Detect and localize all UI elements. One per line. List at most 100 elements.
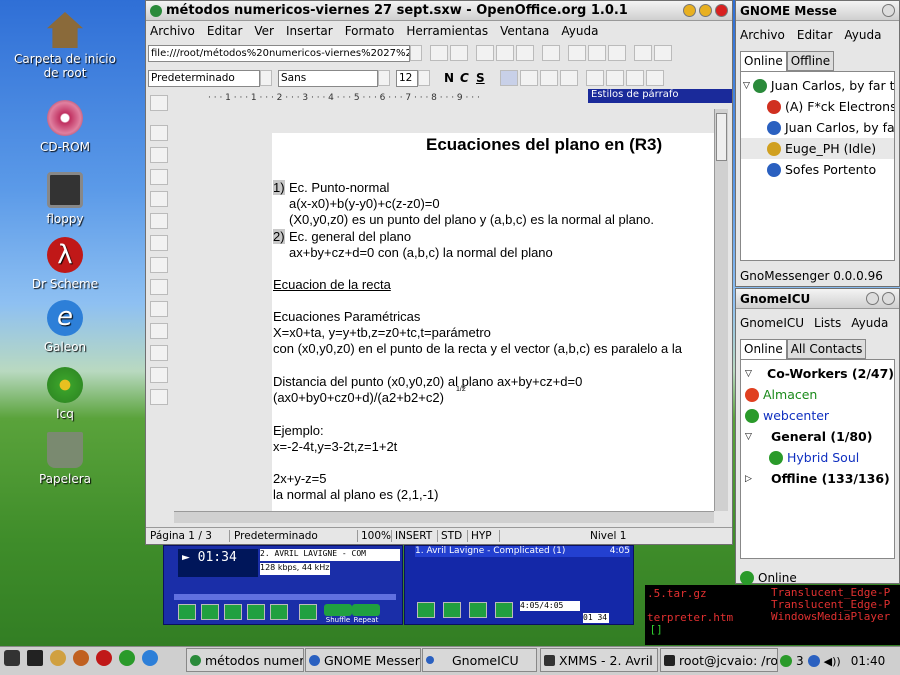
- menu-ayuda[interactable]: Ayuda: [844, 28, 881, 42]
- horizontal-scrollbar[interactable]: [174, 511, 714, 523]
- pencil-icon[interactable]: [73, 650, 89, 666]
- misc-icon[interactable]: [495, 602, 513, 618]
- menu-ayuda[interactable]: Ayuda: [561, 24, 598, 38]
- list-item[interactable]: Hybrid Soul: [741, 447, 894, 468]
- minimize-icon[interactable]: [882, 4, 895, 17]
- save-icon[interactable]: [516, 45, 534, 61]
- terminal-icon[interactable]: [27, 650, 43, 666]
- chevron-down-icon[interactable]: [260, 70, 272, 86]
- desktop-icon-floppy[interactable]: floppy: [5, 172, 125, 226]
- list-item[interactable]: webcenter: [741, 405, 894, 426]
- insert-fields-icon[interactable]: [150, 125, 168, 141]
- list-item[interactable]: Sofes Portento: [741, 159, 894, 180]
- bullets-icon[interactable]: [606, 70, 624, 86]
- remove-icon[interactable]: [443, 602, 461, 618]
- galeon-icon[interactable]: [142, 650, 158, 666]
- gnomeicu-titlebar[interactable]: GnomeICU: [736, 289, 899, 309]
- indent-increase-icon[interactable]: [646, 70, 664, 86]
- minimize-icon[interactable]: [683, 4, 696, 17]
- menu-lists[interactable]: Lists: [814, 316, 841, 330]
- menu-gnomeicu[interactable]: GnomeICU: [740, 316, 804, 330]
- nonprinting-characters-icon[interactable]: [150, 345, 168, 361]
- print-icon[interactable]: [542, 45, 560, 61]
- stop-load-icon[interactable]: [430, 45, 448, 61]
- insert-objects-icon[interactable]: [150, 147, 168, 163]
- icq-flower-icon[interactable]: [780, 655, 792, 667]
- close-icon[interactable]: [882, 292, 895, 305]
- edit-autotext-icon[interactable]: [150, 213, 168, 229]
- task-gnomeicu[interactable]: GnomeICU: [422, 648, 537, 672]
- menu-ventana[interactable]: Ventana: [500, 24, 549, 38]
- online-layout-icon[interactable]: [150, 389, 168, 405]
- redo-icon[interactable]: [654, 45, 672, 61]
- form-functions-icon[interactable]: [150, 191, 168, 207]
- select-icon[interactable]: [469, 602, 487, 618]
- bold-button[interactable]: N: [444, 71, 460, 85]
- workspace-number[interactable]: 3: [796, 654, 804, 668]
- xmms-seek-bar[interactable]: [174, 594, 396, 600]
- desktop-icon-trash[interactable]: Papelera: [5, 432, 125, 486]
- foot-menu-icon[interactable]: [4, 650, 20, 666]
- xmms-playlist-window[interactable]: 1. Avril Lavigne - Complicated (1) 4:05 4…: [404, 545, 634, 625]
- icq-flower-icon[interactable]: [119, 650, 135, 666]
- list-item[interactable]: Juan Carlos, by far: [741, 117, 894, 138]
- vertical-scrollbar[interactable]: [714, 109, 728, 511]
- menu-herramientas[interactable]: Herramientas: [406, 24, 488, 38]
- spellcheck-icon[interactable]: [150, 257, 168, 273]
- menu-formato[interactable]: Formato: [345, 24, 395, 38]
- add-icon[interactable]: [417, 602, 435, 618]
- expander-icon[interactable]: ▽: [741, 432, 771, 442]
- xmms-main-window[interactable]: ► 01:34 2. AVRIL LAVIGNE - COM 128 kbps,…: [163, 545, 403, 625]
- chevron-down-icon[interactable]: [418, 70, 430, 86]
- gnome-messenger-window[interactable]: GNOME Messe Archivo Editar Ayuda Online …: [735, 0, 900, 287]
- graphics-off-icon[interactable]: [150, 367, 168, 383]
- autospellcheck-icon[interactable]: [150, 279, 168, 295]
- align-center-icon[interactable]: [520, 70, 538, 86]
- drscheme-icon[interactable]: [96, 650, 112, 666]
- pause-icon[interactable]: [224, 604, 242, 620]
- expander-icon[interactable]: ▷: [741, 474, 771, 484]
- next-icon[interactable]: [270, 604, 288, 620]
- eject-icon[interactable]: [299, 604, 317, 620]
- gnomeicu-window[interactable]: GnomeICU GnomeICU Lists Ayuda Online All…: [735, 288, 900, 585]
- font-size-select[interactable]: 12: [396, 69, 418, 87]
- desktop-icon-drscheme[interactable]: λ Dr Scheme: [5, 237, 125, 291]
- volume-icon[interactable]: ◀)): [824, 655, 841, 668]
- task-writer[interactable]: métodos numeric: [186, 648, 304, 672]
- copy-icon[interactable]: [588, 45, 606, 61]
- font-name-select[interactable]: Sans: [278, 69, 378, 87]
- stop-icon[interactable]: [247, 604, 265, 620]
- task-gnome-messenger[interactable]: GNOME Messer: [305, 648, 421, 672]
- new-document-icon[interactable]: [476, 45, 494, 61]
- desktop-icon-galeon[interactable]: e Galeon: [5, 300, 125, 354]
- expander-icon[interactable]: ▽: [741, 369, 767, 379]
- writer-titlebar[interactable]: métodos numericos-viernes 27 sept.sxw - …: [146, 1, 732, 21]
- menu-ver[interactable]: Ver: [254, 24, 274, 38]
- maximize-icon[interactable]: [699, 4, 712, 17]
- tab-offline[interactable]: Offline: [786, 51, 835, 71]
- list-item[interactable]: (A) F*ck Electrons: [741, 96, 894, 117]
- menu-editar[interactable]: Editar: [797, 28, 833, 42]
- url-field[interactable]: file:///root/métodos%20numericos-viernes…: [148, 44, 410, 62]
- underline-button[interactable]: S: [476, 71, 492, 85]
- numbering-icon[interactable]: [586, 70, 604, 86]
- italic-button[interactable]: C: [460, 71, 476, 85]
- desktop-icon-home[interactable]: Carpeta de inicio de root: [5, 12, 125, 80]
- paste-icon[interactable]: [608, 45, 626, 61]
- person-icon[interactable]: [807, 655, 820, 667]
- task-terminal[interactable]: root@jcvaio: /root: [660, 648, 778, 672]
- menu-archivo[interactable]: Archivo: [150, 24, 195, 38]
- list-item[interactable]: Almacen: [741, 384, 894, 405]
- undo-icon[interactable]: [634, 45, 652, 61]
- tab-online[interactable]: Online: [740, 51, 787, 71]
- minimize-icon[interactable]: [866, 292, 879, 305]
- tab-online[interactable]: Online: [740, 339, 787, 359]
- find-replace-icon[interactable]: [150, 301, 168, 317]
- prev-icon[interactable]: [178, 604, 196, 620]
- menu-insertar[interactable]: Insertar: [286, 24, 333, 38]
- text-cursor-icon[interactable]: [150, 235, 168, 251]
- cdrom-icon[interactable]: [50, 650, 66, 666]
- gnomeicu-status[interactable]: Online: [736, 559, 899, 585]
- menu-editar[interactable]: Editar: [207, 24, 243, 38]
- menu-archivo[interactable]: Archivo: [740, 28, 785, 42]
